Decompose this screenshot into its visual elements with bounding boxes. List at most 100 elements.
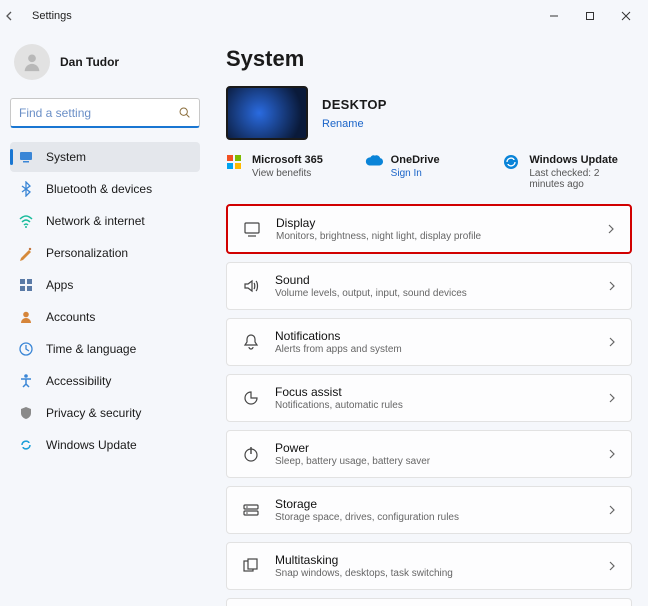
- display-icon: [242, 219, 262, 239]
- search-input[interactable]: [19, 106, 178, 120]
- sidebar-item-personalization[interactable]: Personalization: [10, 238, 200, 268]
- card-title: Storage: [275, 497, 593, 511]
- sidebar-item-label: Accessibility: [46, 374, 111, 388]
- card-sub: Monitors, brightness, night light, displ…: [276, 231, 592, 242]
- card-activation[interactable]: Activation Activation state, subscriptio…: [226, 598, 632, 606]
- sidebar-item-label: Apps: [46, 278, 73, 292]
- power-icon: [241, 444, 261, 464]
- card-notifications[interactable]: Notifications Alerts from apps and syste…: [226, 318, 632, 366]
- privacy-icon: [18, 405, 34, 421]
- chevron-right-icon: [607, 281, 617, 291]
- rename-link[interactable]: Rename: [322, 118, 387, 130]
- avatar: [14, 44, 50, 80]
- sidebar-item-label: Accounts: [46, 310, 95, 324]
- sidebar-item-accessibility[interactable]: Accessibility: [10, 366, 200, 396]
- card-multitasking[interactable]: Multitasking Snap windows, desktops, tas…: [226, 542, 632, 590]
- card-sub: Volume levels, output, input, sound devi…: [275, 288, 593, 299]
- tile-sub[interactable]: Sign In: [391, 168, 440, 179]
- search-input-wrap[interactable]: [10, 98, 200, 128]
- sidebar-item-label: Network & internet: [46, 214, 145, 228]
- profile-name: Dan Tudor: [60, 55, 119, 69]
- sidebar-item-time[interactable]: Time & language: [10, 334, 200, 364]
- window-title: Settings: [28, 10, 72, 22]
- tile-sub: Last checked: 2 minutes ago: [529, 168, 632, 190]
- card-title: Display: [276, 216, 592, 230]
- device-thumb[interactable]: [226, 86, 308, 140]
- page-title: System: [226, 46, 632, 72]
- bluetooth-icon: [18, 181, 34, 197]
- card-focus[interactable]: Focus assist Notifications, automatic ru…: [226, 374, 632, 422]
- network-icon: [18, 213, 34, 229]
- accounts-icon: [18, 309, 34, 325]
- card-display[interactable]: Display Monitors, brightness, night ligh…: [226, 204, 632, 254]
- sidebar-item-update[interactable]: Windows Update: [10, 430, 200, 460]
- search-icon: [178, 106, 191, 119]
- card-title: Notifications: [275, 329, 593, 343]
- sidebar-item-bluetooth[interactable]: Bluetooth & devices: [10, 174, 200, 204]
- card-sub: Alerts from apps and system: [275, 344, 593, 355]
- m365-icon: [226, 154, 244, 172]
- tile-update[interactable]: Windows Update Last checked: 2 minutes a…: [503, 154, 632, 190]
- card-sub: Notifications, automatic rules: [275, 400, 593, 411]
- tile-m365[interactable]: Microsoft 365 View benefits: [226, 154, 355, 190]
- update-icon: [503, 154, 521, 172]
- tile-sub: View benefits: [252, 168, 323, 179]
- back-button[interactable]: [4, 10, 28, 22]
- sidebar-item-accounts[interactable]: Accounts: [10, 302, 200, 332]
- sidebar-item-label: Windows Update: [46, 438, 137, 452]
- tile-onedrive[interactable]: OneDrive Sign In: [365, 154, 494, 190]
- card-title: Multitasking: [275, 553, 593, 567]
- apps-icon: [18, 277, 34, 293]
- accessibility-icon: [18, 373, 34, 389]
- main: System DESKTOP Rename Microsoft 365 View…: [210, 32, 648, 606]
- tile-title: OneDrive: [391, 154, 440, 166]
- tile-title: Windows Update: [529, 154, 632, 166]
- device-name: DESKTOP: [322, 97, 387, 112]
- chevron-right-icon: [607, 561, 617, 571]
- profile[interactable]: Dan Tudor: [10, 36, 200, 94]
- card-sound[interactable]: Sound Volume levels, output, input, soun…: [226, 262, 632, 310]
- notifications-icon: [241, 332, 261, 352]
- sidebar-item-system[interactable]: System: [10, 142, 200, 172]
- sidebar-item-label: Bluetooth & devices: [46, 182, 152, 196]
- card-title: Focus assist: [275, 385, 593, 399]
- multitasking-icon: [241, 556, 261, 576]
- focus-icon: [241, 388, 261, 408]
- card-storage[interactable]: Storage Storage space, drives, configura…: [226, 486, 632, 534]
- sidebar-item-label: Personalization: [46, 246, 128, 260]
- card-title: Sound: [275, 273, 593, 287]
- close-button[interactable]: [608, 2, 644, 30]
- sidebar-item-network[interactable]: Network & internet: [10, 206, 200, 236]
- sidebar: Dan Tudor System Bluetooth & devices Netwo…: [0, 32, 210, 606]
- update-icon: [18, 437, 34, 453]
- device-row: DESKTOP Rename: [226, 86, 632, 140]
- maximize-button[interactable]: [572, 2, 608, 30]
- onedrive-icon: [365, 154, 383, 172]
- card-sub: Storage space, drives, configuration rul…: [275, 512, 593, 523]
- tile-title: Microsoft 365: [252, 154, 323, 166]
- chevron-right-icon: [607, 505, 617, 515]
- cards-list: Display Monitors, brightness, night ligh…: [226, 204, 632, 606]
- storage-icon: [241, 500, 261, 520]
- minimize-button[interactable]: [536, 2, 572, 30]
- system-icon: [18, 149, 34, 165]
- info-tiles: Microsoft 365 View benefits OneDrive Sig…: [226, 154, 632, 190]
- sidebar-item-apps[interactable]: Apps: [10, 270, 200, 300]
- personalization-icon: [18, 245, 34, 261]
- card-power[interactable]: Power Sleep, battery usage, battery save…: [226, 430, 632, 478]
- nav: System Bluetooth & devices Network & inter…: [10, 142, 200, 460]
- sidebar-item-label: System: [46, 150, 86, 164]
- card-sub: Sleep, battery usage, battery saver: [275, 456, 593, 467]
- chevron-right-icon: [606, 224, 616, 234]
- chevron-right-icon: [607, 393, 617, 403]
- sidebar-item-label: Time & language: [46, 342, 136, 356]
- chevron-right-icon: [607, 337, 617, 347]
- card-title: Power: [275, 441, 593, 455]
- sound-icon: [241, 276, 261, 296]
- titlebar: Settings: [0, 0, 648, 32]
- chevron-right-icon: [607, 449, 617, 459]
- time-icon: [18, 341, 34, 357]
- sidebar-item-label: Privacy & security: [46, 406, 141, 420]
- card-sub: Snap windows, desktops, task switching: [275, 568, 593, 579]
- sidebar-item-privacy[interactable]: Privacy & security: [10, 398, 200, 428]
